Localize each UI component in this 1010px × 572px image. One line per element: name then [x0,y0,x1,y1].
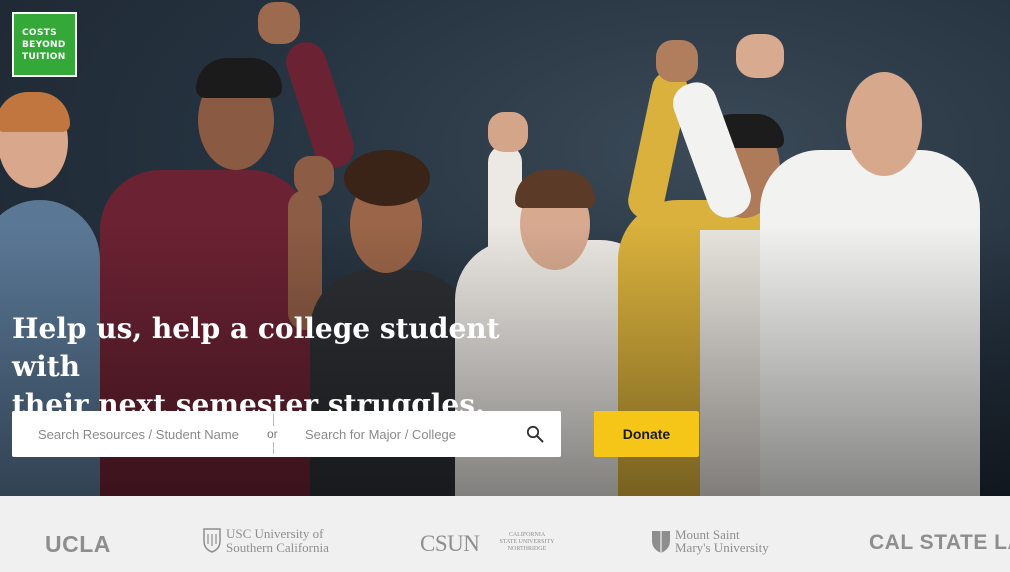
search-divider-top [273,414,274,426]
ucla-logo[interactable]: UCLA [45,531,111,558]
site-logo[interactable]: COSTS BEYOND TUITION [12,12,77,77]
or-label: or [267,427,278,441]
usc-seal-icon [203,528,221,553]
logo-line-3: TUITION [22,52,66,62]
headline-line-1: Help us, help a college student with [12,312,500,383]
search-divider-bottom [273,442,274,454]
csun-sub-2: STATE UNIVERSITY [499,539,555,545]
cal-state-la-logo[interactable]: CAL STATE LA [869,531,1010,555]
usc-logo[interactable]: USC University of Southern California [202,527,329,558]
usc-line-2: Southern California [226,540,329,555]
donate-button[interactable]: Donate [594,411,699,457]
csun-sub-1: CALIFORNIA [508,532,546,538]
msmu-shield-icon [652,531,670,553]
csun-sub-3: NORTHRIDGE [507,546,547,552]
msmu-line-2: Mary's University [675,540,769,555]
logo-line-1: COSTS [22,28,57,38]
search-icon[interactable] [526,425,544,443]
csun-wordmark: CSUN [420,531,480,556]
msmu-logo[interactable]: Mount Saint Mary's University [651,528,769,559]
hero-headline: Help us, help a college student with the… [12,310,572,424]
search-bar: or [12,411,561,457]
major-search-input[interactable] [305,411,525,457]
csun-logo[interactable]: CSUN CALIFORNIA STATE UNIVERSITY NORTHRI… [420,531,555,557]
logo-line-2: BEYOND [22,40,66,50]
usc-line-1: USC University of [226,526,324,541]
student-search-input[interactable] [38,411,268,457]
